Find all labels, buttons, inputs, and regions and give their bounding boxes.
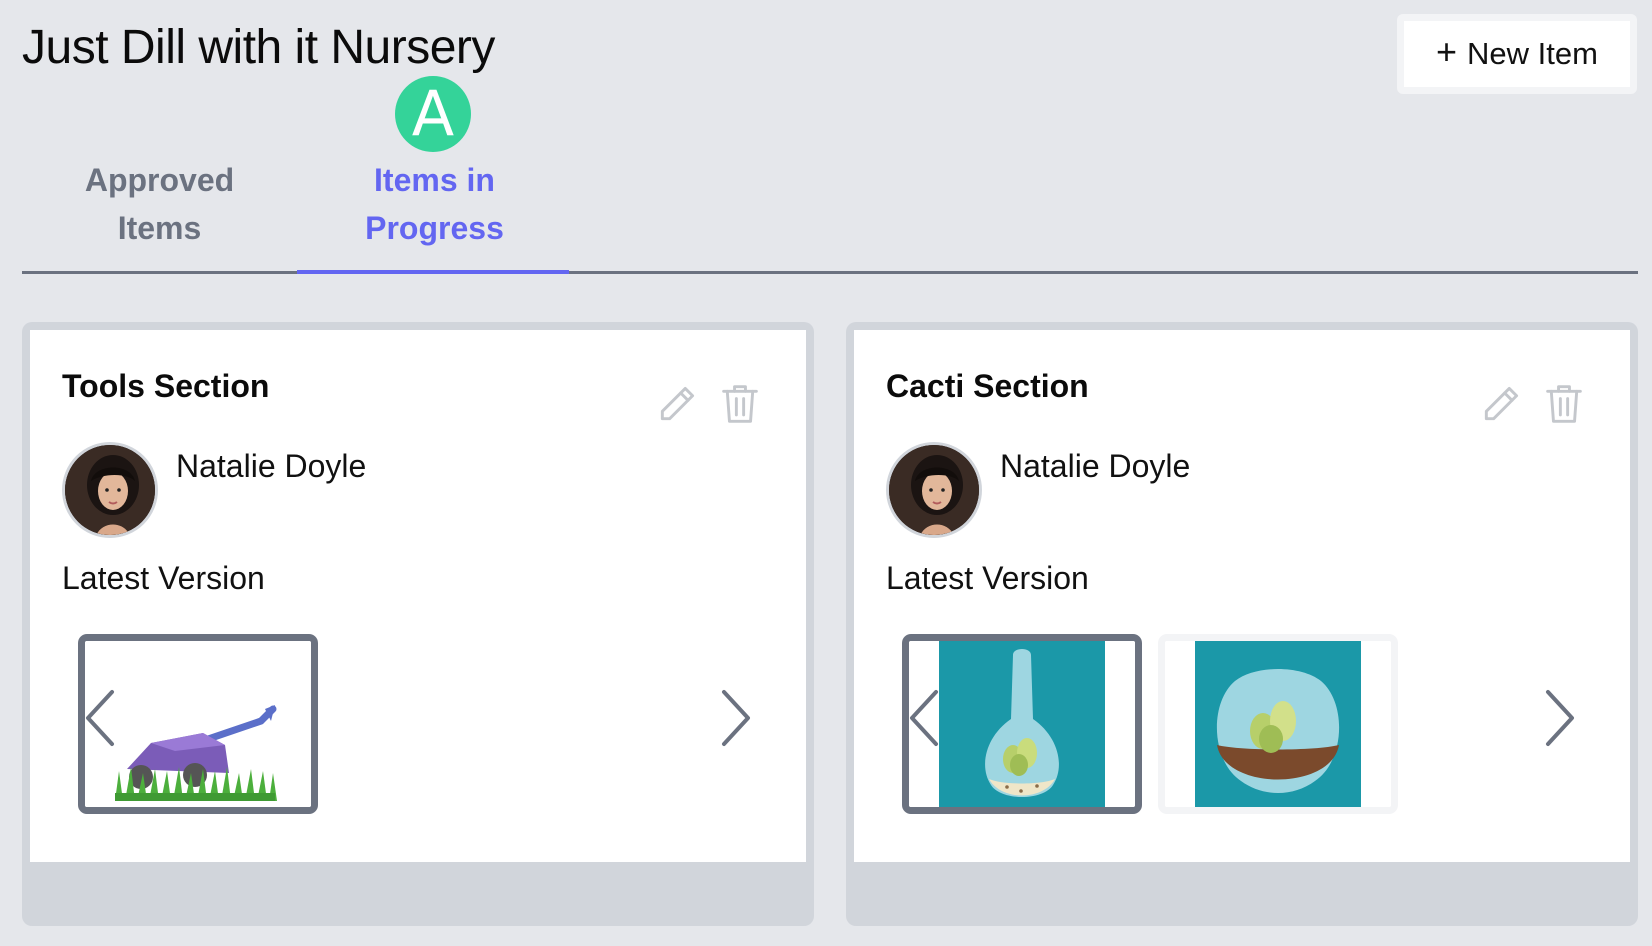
version-thumbnail[interactable] (1158, 634, 1398, 814)
terrarium-bowl-image (1165, 641, 1391, 807)
tab-items-in-progress[interactable]: A Items in Progress (297, 74, 572, 274)
card-body: Cacti Section Natalie Doyle Latest Versi… (854, 330, 1630, 862)
avatar (886, 442, 982, 538)
new-item-label: New Item (1467, 36, 1598, 71)
item-card-cacti: Cacti Section Natalie Doyle Latest Versi… (846, 322, 1638, 926)
chevron-right-icon[interactable] (1542, 686, 1578, 750)
chevron-right-icon[interactable] (718, 686, 754, 750)
lawn-mower-image (85, 641, 311, 807)
item-card-tools: Tools Section Natalie Doyle Latest Versi… (22, 322, 814, 926)
avatar (62, 442, 158, 538)
tab-label: Items in Progress (365, 162, 504, 246)
trash-icon[interactable] (1544, 382, 1584, 426)
chevron-left-icon[interactable] (82, 686, 118, 750)
tab-approved-items[interactable]: Approved Items (22, 74, 297, 274)
author-name: Natalie Doyle (1000, 448, 1191, 484)
pencil-icon[interactable] (655, 382, 699, 426)
active-tab-indicator (297, 270, 569, 274)
card-title: Cacti Section (886, 368, 1089, 404)
tab-label: Approved Items (84, 162, 235, 246)
page: Just Dill with it Nursery + New Item App… (0, 0, 1652, 946)
page-title: Just Dill with it Nursery (22, 21, 495, 74)
card-body: Tools Section Natalie Doyle Latest Versi… (30, 330, 806, 862)
user-avatar-badge[interactable]: A (395, 76, 471, 152)
latest-version-label: Latest Version (886, 560, 1089, 596)
card-title: Tools Section (62, 368, 270, 404)
terrarium-bottle-image (909, 641, 1135, 807)
trash-icon[interactable] (720, 382, 760, 426)
chevron-left-icon[interactable] (906, 686, 942, 750)
latest-version-label: Latest Version (62, 560, 265, 596)
pencil-icon[interactable] (1479, 382, 1523, 426)
tab-bar: Approved Items A Items in Progress (22, 74, 1638, 274)
plus-icon: + (1436, 31, 1458, 72)
author-name: Natalie Doyle (176, 448, 367, 484)
